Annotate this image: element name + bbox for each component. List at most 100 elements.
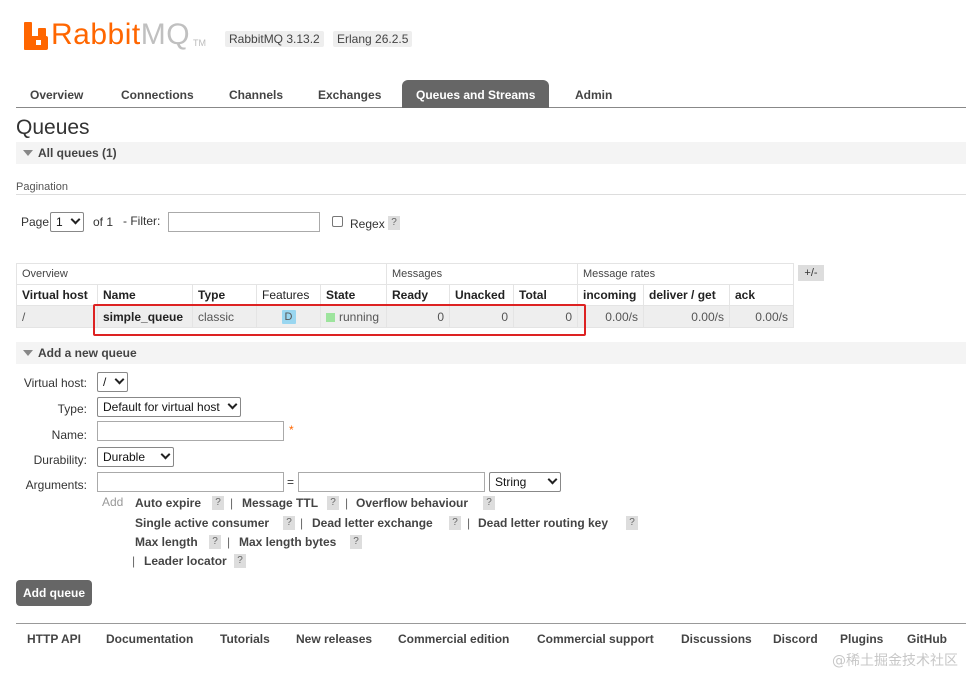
rabbitmq-logo-icon — [24, 22, 48, 50]
arg-overflow-behaviour[interactable]: Overflow behaviour — [356, 496, 468, 510]
all-queues-section-toggle[interactable]: All queues (1) — [16, 142, 966, 164]
queue-type-select[interactable]: Default for virtual host — [97, 397, 241, 417]
tab-exchanges[interactable]: Exchanges — [304, 80, 395, 108]
footer-link-discord[interactable]: Discord — [773, 632, 818, 646]
erlang-version: Erlang 26.2.5 — [333, 31, 413, 47]
page-title: Queues — [16, 116, 90, 139]
logo-tm: TM — [193, 38, 207, 48]
footer-link-http-api[interactable]: HTTP API — [27, 632, 81, 646]
footer-link-discussions[interactable]: Discussions — [681, 632, 752, 646]
required-mark: * — [289, 423, 294, 437]
separator: | — [132, 554, 136, 568]
page-select[interactable]: 1 — [50, 212, 84, 232]
arg-max-length[interactable]: Max length — [135, 535, 198, 549]
add-queue-button[interactable]: Add queue — [16, 580, 92, 606]
group-overview: Overview — [16, 263, 387, 285]
durability-label: Durability: — [33, 453, 87, 467]
col-total[interactable]: Total — [513, 284, 578, 306]
regex-label: Regex — [350, 217, 385, 231]
footer-link-commercial-edition[interactable]: Commercial edition — [398, 632, 509, 646]
col-deliver-get[interactable]: deliver / get — [643, 284, 730, 306]
virtual-host-select[interactable]: / — [97, 372, 128, 392]
max-length-help-icon[interactable]: ? — [209, 535, 221, 549]
separator: | — [227, 535, 231, 549]
table-row: / simple_queue classic D running 0 0 0 0… — [16, 305, 794, 328]
rabbitmq-logo: RabbitMQ TM — [24, 14, 206, 50]
all-queues-heading: All queues (1) — [38, 146, 117, 160]
col-type[interactable]: Type — [192, 284, 257, 306]
queue-name-input[interactable] — [97, 421, 284, 441]
single-active-consumer-help-icon[interactable]: ? — [283, 516, 295, 530]
cell-deliver-get: 0.00/s — [643, 305, 730, 328]
cell-state: running — [320, 305, 387, 328]
col-unacked[interactable]: Unacked — [449, 284, 514, 306]
page-label: Page — [21, 215, 50, 229]
logo-text: RabbitMQ — [51, 18, 191, 51]
cell-unacked: 0 — [449, 305, 514, 328]
regex-help-icon[interactable]: ? — [388, 216, 400, 230]
tab-queues-and-streams[interactable]: Queues and Streams — [402, 80, 550, 108]
overflow-behaviour-help-icon[interactable]: ? — [483, 496, 495, 510]
type-label: Type: — [57, 402, 87, 416]
filter-input[interactable] — [168, 212, 320, 232]
col-state[interactable]: State — [320, 284, 387, 306]
arg-dead-letter-routing-key[interactable]: Dead letter routing key — [478, 516, 608, 530]
chevron-down-icon — [227, 399, 238, 410]
queues-table: Overview Messages Message rates Virtual … — [16, 263, 794, 328]
arg-message-ttl[interactable]: Message TTL — [242, 496, 318, 510]
tab-connections[interactable]: Connections — [107, 80, 208, 108]
arg-auto-expire[interactable]: Auto expire — [135, 496, 201, 510]
cell-type: classic — [192, 305, 257, 328]
virtual-host-label: Virtual host: — [23, 376, 87, 390]
add-queue-section-toggle[interactable]: Add a new queue — [16, 342, 966, 364]
auto-expire-help-icon[interactable]: ? — [212, 496, 224, 510]
arg-single-active-consumer[interactable]: Single active consumer — [135, 516, 269, 530]
col-virtual-host[interactable]: Virtual host — [16, 284, 98, 306]
pagination-label: Pagination — [16, 181, 68, 193]
col-features: Features — [256, 284, 321, 306]
divider — [16, 194, 966, 195]
footer-link-commercial-support[interactable]: Commercial support — [537, 632, 654, 646]
filter-label: - Filter: — [123, 214, 161, 228]
separator: | — [467, 516, 471, 530]
arguments-label: Arguments: — [25, 478, 87, 492]
separator: | — [345, 496, 349, 510]
chevron-down-icon — [70, 214, 81, 225]
footer-link-plugins[interactable]: Plugins — [840, 632, 883, 646]
col-ack[interactable]: ack — [729, 284, 794, 306]
regex-checkbox[interactable] — [332, 216, 343, 227]
cell-total: 0 — [513, 305, 578, 328]
leader-locator-help-icon[interactable]: ? — [234, 554, 246, 568]
footer-link-tutorials[interactable]: Tutorials — [220, 632, 270, 646]
tab-admin[interactable]: Admin — [561, 80, 626, 108]
message-ttl-help-icon[interactable]: ? — [327, 496, 339, 510]
group-messages: Messages — [386, 263, 578, 285]
dead-letter-routing-key-help-icon[interactable]: ? — [626, 516, 638, 530]
columns-toggle-button[interactable]: +/- — [798, 265, 824, 281]
cell-ready: 0 — [386, 305, 450, 328]
footer-link-new-releases[interactable]: New releases — [296, 632, 372, 646]
footer-link-github[interactable]: GitHub — [907, 632, 947, 646]
col-name[interactable]: Name — [97, 284, 193, 306]
arg-dead-letter-exchange[interactable]: Dead letter exchange — [312, 516, 433, 530]
col-incoming[interactable]: incoming — [577, 284, 644, 306]
footer-link-documentation[interactable]: Documentation — [106, 632, 193, 646]
tab-channels[interactable]: Channels — [215, 80, 297, 108]
argument-key-input[interactable] — [97, 472, 284, 492]
chevron-down-icon — [160, 449, 171, 460]
dead-letter-exchange-help-icon[interactable]: ? — [449, 516, 461, 530]
name-label: Name: — [51, 428, 87, 442]
durability-select[interactable]: Durable — [97, 447, 174, 467]
chevron-down-icon — [547, 474, 558, 485]
arg-leader-locator[interactable]: Leader locator — [144, 554, 227, 568]
argument-value-input[interactable] — [298, 472, 485, 492]
arg-max-length-bytes[interactable]: Max length bytes — [239, 535, 336, 549]
max-length-bytes-help-icon[interactable]: ? — [350, 535, 362, 549]
group-message-rates: Message rates — [577, 263, 794, 285]
cell-vhost: / — [16, 305, 98, 328]
argument-type-select[interactable]: String — [489, 472, 561, 492]
col-ready[interactable]: Ready — [386, 284, 450, 306]
queue-name-link[interactable]: simple_queue — [97, 305, 193, 328]
tab-overview[interactable]: Overview — [16, 80, 97, 108]
separator: | — [300, 516, 304, 530]
